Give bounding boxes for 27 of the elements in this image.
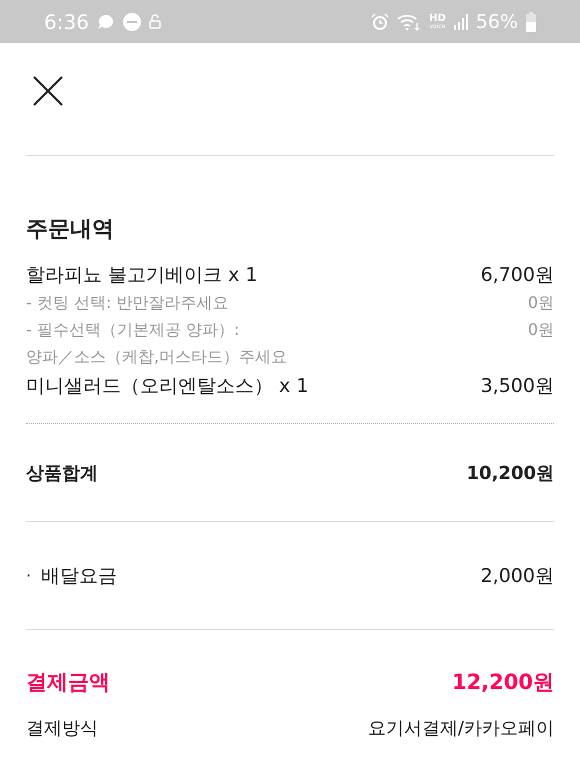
item-price: 6,700원 — [480, 263, 554, 288]
section-title: 주문내역 — [26, 216, 115, 244]
delivery-fee-value: 2,000원 — [480, 564, 554, 588]
option-text: - 필수선택（기본제공 양파）: — [26, 320, 240, 341]
total-label: 결제금액 — [26, 669, 110, 696]
option-text: - 컷팅 선택: 반만잘라주세요 — [26, 293, 228, 314]
payment-method-value: 요기서결제/카카오페이 — [368, 717, 554, 740]
option-price: 0원 — [528, 320, 554, 341]
option-text: 양파／소스（케찹,머스타드）주세요 — [26, 347, 288, 368]
delivery-fee-label: 배달요금 — [41, 564, 118, 588]
item-name: 미니샐러드（오리엔탈소스） x 1 — [26, 374, 308, 399]
subtotal-value: 10,200원 — [466, 462, 554, 484]
item-name: 할라피뇨 불고기베이크 x 1 — [26, 263, 258, 288]
close-icon[interactable] — [33, 76, 63, 106]
bullet: · — [26, 566, 32, 585]
signal-icon — [454, 14, 468, 30]
payment-method-label: 결제방식 — [26, 717, 98, 740]
total-value: 12,200원 — [452, 669, 554, 696]
alarm-clock-icon — [371, 12, 390, 30]
wifi-icon — [397, 12, 422, 30]
option-price: 0원 — [528, 293, 554, 314]
subtotal-label: 상품합계 — [26, 462, 98, 484]
unlock-icon — [148, 14, 161, 29]
chat-bubble-icon — [96, 14, 115, 30]
circle-badge-icon — [122, 12, 141, 30]
battery-icon — [526, 12, 536, 32]
item-price: 3,500원 — [480, 374, 554, 399]
